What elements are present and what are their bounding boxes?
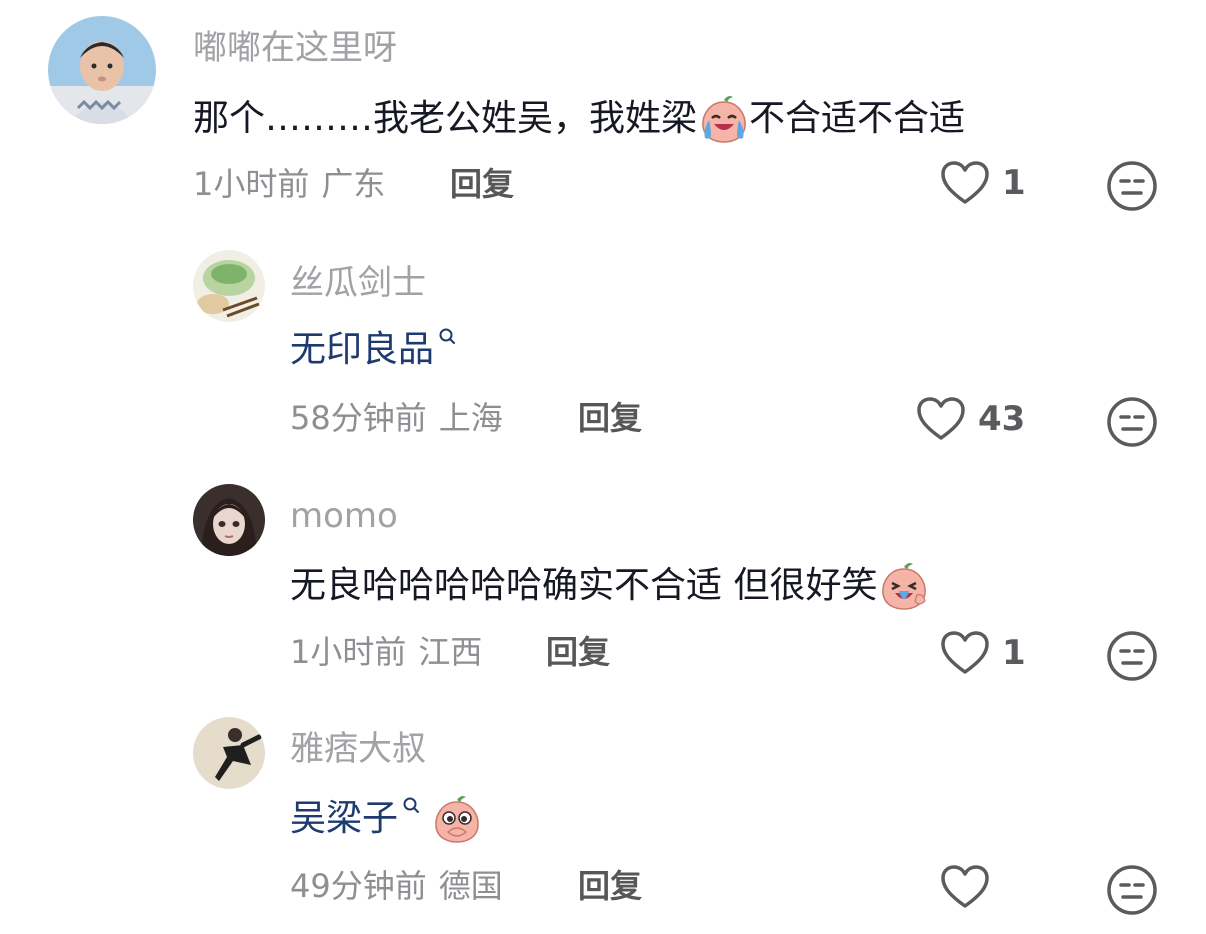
comment-author[interactable]: 丝瓜剑士 [290, 263, 426, 303]
comment-author[interactable]: 雅痞大叔 [290, 729, 426, 769]
comment-text-part: 无良哈哈哈哈哈确实不合适 但很好笑 [290, 565, 878, 606]
avatar[interactable] [48, 16, 156, 124]
meh-face-icon[interactable] [1106, 160, 1158, 212]
comment-location: 江西 [418, 633, 483, 671]
like-count: 1 [1002, 163, 1026, 203]
comment-meta: 49分钟前 德国 [290, 866, 503, 906]
search-link[interactable]: 无印良品 [290, 328, 434, 372]
comment-meta: 1小时前 江西 [290, 632, 482, 672]
reply-button[interactable]: 回复 [578, 398, 642, 438]
heart-outline-icon [941, 865, 989, 908]
comment-time: 1小时前 [290, 633, 407, 671]
meh-face-icon[interactable] [1106, 396, 1158, 448]
search-magnifier-icon [403, 797, 420, 813]
heart-outline-icon [941, 631, 989, 674]
comment-author[interactable]: 嘟嘟在这里呀 [193, 28, 397, 68]
comment-location: 德国 [438, 867, 503, 905]
comment-text: 无良哈哈哈哈哈确实不合适 但很好笑 [290, 561, 929, 611]
like-count: 43 [978, 399, 1026, 439]
search-magnifier-icon [439, 328, 456, 344]
comment-text: 无印良品 [290, 328, 456, 372]
meh-face-icon[interactable] [1106, 864, 1158, 916]
reply-button[interactable]: 回复 [578, 866, 642, 906]
comment-time: 49分钟前 [290, 867, 427, 905]
like-count: 1 [1002, 633, 1026, 673]
reply-button[interactable]: 回复 [450, 164, 514, 204]
like-button[interactable]: 43 [916, 396, 1025, 442]
comment-time: 1小时前 [193, 165, 310, 203]
comment-location: 上海 [438, 399, 503, 437]
comment-time: 58分钟前 [290, 399, 427, 437]
meh-face-icon[interactable] [1106, 630, 1158, 682]
comment-author[interactable]: momo [290, 496, 398, 536]
like-button[interactable] [940, 864, 1002, 910]
crying-laughing-peach-emoji [702, 96, 746, 143]
like-button[interactable]: 1 [940, 160, 1026, 206]
comment-meta: 1小时前 广东 [193, 164, 385, 204]
heart-outline-icon [917, 397, 965, 440]
avatar[interactable] [193, 484, 265, 556]
comment-location: 广东 [321, 165, 386, 203]
avatar[interactable] [193, 250, 265, 322]
covering-mouth-peach-emoji [435, 796, 479, 843]
comment-text-part: 那个………我老公姓吴，我姓梁 [193, 98, 698, 139]
like-button[interactable]: 1 [940, 630, 1026, 676]
comment-meta: 58分钟前 上海 [290, 398, 503, 438]
comment-text: 吴梁子 [290, 794, 482, 844]
heart-outline-icon [941, 161, 989, 204]
reply-button[interactable]: 回复 [546, 632, 610, 672]
search-link[interactable]: 吴梁子 [290, 797, 398, 841]
avatar[interactable] [193, 717, 265, 789]
comment-text-part: 不合适不合适 [749, 98, 966, 139]
laughing-crying-peach-emoji [882, 563, 927, 610]
comment-text: 那个………我老公姓吴，我姓梁 不合适不合适 [193, 94, 965, 144]
